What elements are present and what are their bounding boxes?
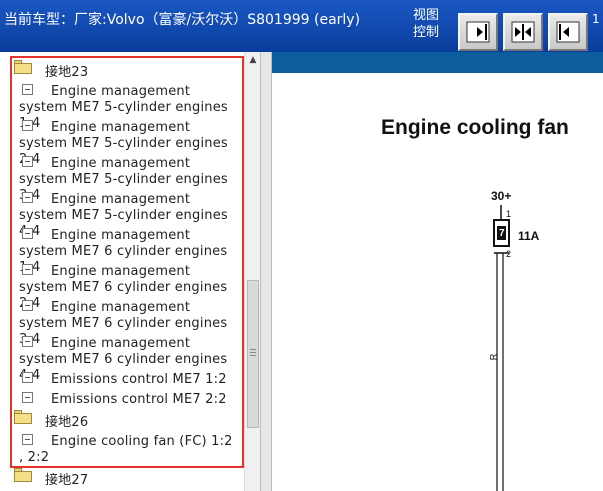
view-control-label: 视图控制 [413,8,440,40]
nav-middle-icon [511,21,535,43]
scroll-up-arrow-icon[interactable]: ▲ [245,52,261,68]
circuit-tree[interactable]: 接地23 Engine management system ME7 5-cylin… [0,52,260,491]
folder-icon [14,410,32,424]
thumb-grip-icon [250,349,256,356]
tree-item-label: 接地27 [45,473,89,488]
nav-first-icon [466,21,490,43]
wire-color-code: R [488,353,499,361]
tree-item-label: Emissions control ME7 1:2 [51,372,227,387]
title-bar: 当前车型：厂家:Volvo（富豪/沃尔沃）S801999 (early) 视图控… [0,0,603,52]
panel-splitter[interactable] [260,52,272,491]
current-vehicle-title: 当前车型：厂家:Volvo（富豪/沃尔沃）S801999 (early) [4,12,361,28]
folder-icon [14,468,32,482]
fuse-rating: 11A [518,229,540,243]
nav-back-button[interactable] [548,13,588,51]
tree-item-label: Emissions control ME7 2:2 [51,392,227,407]
tree-item-label: 接地26 [45,415,89,430]
fuse-number: 7 [499,228,505,239]
folder-icon [14,60,32,74]
tree-item-label: Engine cooling fan (FC) 1:2 , 2:2 [19,434,233,465]
nav-back-icon [556,21,580,43]
fuse-wire-diagram [493,205,510,491]
nav-middle-button[interactable] [503,13,543,51]
nav-first-button[interactable] [458,13,498,51]
scroll-thumb[interactable] [247,280,259,428]
toolbar-edge-glyph: 1 [592,12,600,26]
tree-scrollbar[interactable]: ▲ [244,52,260,491]
wiring-diagram-view[interactable]: Engine cooling fan 30+ 1 2 7 11A R [272,52,603,491]
tree-item-label: 接地23 [45,65,89,80]
